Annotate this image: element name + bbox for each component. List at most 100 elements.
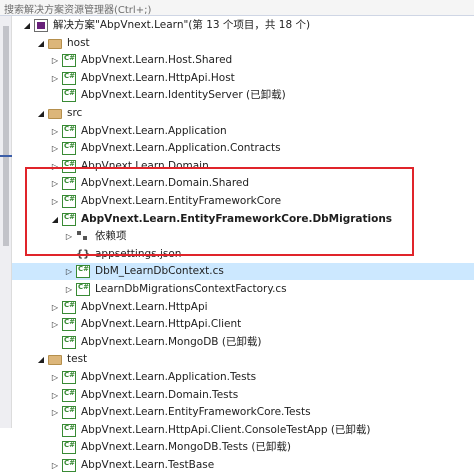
collapsed-arrow-icon[interactable]: ▷ (50, 299, 60, 316)
tree-item-efcore[interactable]: ▷ AbpVnext.Learn.EntityFrameworkCore (12, 193, 474, 210)
expanded-arrow-icon[interactable]: ◢ (50, 211, 60, 228)
tree-item-dbcontext[interactable]: ▷ DbM_LearnDbContext.cs (12, 263, 474, 281)
tree-item-label: AbpVnext.Learn.EntityFrameworkCore.Tests (81, 406, 311, 419)
tree-item-label: AbpVnext.Learn.MongoDB (已卸载) (81, 335, 262, 348)
csharp-project-icon (62, 89, 76, 103)
search-input[interactable]: 搜索解决方案资源管理器(Ctrl+;) (4, 1, 151, 16)
tree-item-label: AbpVnext.Learn.Application.Contracts (81, 142, 281, 155)
csharp-project-icon (62, 177, 76, 191)
tree-item-label: src (67, 107, 83, 119)
csharp-project-icon (62, 54, 76, 68)
dependencies-icon (76, 230, 90, 243)
collapsed-arrow-icon[interactable]: ▷ (50, 140, 60, 157)
tree-item-deps[interactable]: ▷ 依赖项 (12, 228, 474, 245)
csharp-file-icon (76, 265, 90, 279)
tree-item-appsettings[interactable]: {} appsettings.json (12, 246, 474, 263)
tree-item-factory[interactable]: ▷ LearnDbMigrationsContextFactory.cs (12, 281, 474, 298)
tree-item-label: test (67, 353, 88, 366)
tree-item-domain-shared[interactable]: ▷ AbpVnext.Learn.Domain.Shared (12, 175, 474, 192)
tree-item-label: AbpVnext.Learn.Application.Tests (81, 371, 257, 383)
csharp-project-icon (62, 371, 76, 384)
collapsed-arrow-icon[interactable]: ▷ (50, 387, 60, 404)
tree-item-label: AbpVnext.Learn.HttpApi (81, 300, 208, 313)
folder-icon (48, 38, 62, 49)
folder-icon (48, 355, 62, 366)
tree-item-label: AbpVnext.Learn.MongoDB.Tests (已卸载) (81, 441, 292, 454)
scroll-marker (0, 155, 12, 157)
tree-item-httpapi-client[interactable]: ▷ AbpVnext.Learn.HttpApi.Client (12, 316, 474, 333)
tree-item-label: AbpVnext.Learn.Domain (81, 159, 209, 172)
csharp-project-icon (62, 318, 76, 332)
collapsed-arrow-icon[interactable]: ▷ (64, 281, 74, 298)
folder-icon (48, 109, 62, 119)
tree-item-efcore-tests[interactable]: ▷ AbpVnext.Learn.EntityFrameworkCore.Test… (12, 404, 474, 421)
collapsed-arrow-icon[interactable]: ▷ (64, 263, 74, 280)
search-bar[interactable]: 搜索解决方案资源管理器(Ctrl+;) (0, 0, 474, 16)
collapsed-arrow-icon[interactable]: ▷ (50, 404, 60, 421)
tree-item-label: AbpVnext.Learn.EntityFrameworkCore.DbMig… (81, 212, 393, 225)
tree-item-application-tests[interactable]: ▷ AbpVnext.Learn.Application.Tests (12, 369, 474, 386)
tree-item-application-contracts[interactable]: ▷ AbpVnext.Learn.Application.Contracts (12, 140, 474, 157)
csharp-project-icon (62, 441, 76, 455)
tree-item-host-shared[interactable]: ▷ AbpVnext.Learn.Host.Shared (12, 52, 474, 69)
collapsed-arrow-icon[interactable]: ▷ (50, 175, 60, 192)
csharp-project-icon (62, 335, 76, 349)
expanded-arrow-icon[interactable]: ◢ (36, 35, 46, 52)
json-file-icon: {} (76, 248, 91, 260)
tree-item-label: AbpVnext.Learn.Host.Shared (81, 54, 233, 67)
csharp-project-icon (62, 300, 76, 314)
tree-item-application[interactable]: ▷ AbpVnext.Learn.Application (12, 123, 474, 140)
collapsed-arrow-icon[interactable]: ▷ (50, 316, 60, 333)
tree-item-label: AbpVnext.Learn.Domain.Shared (81, 177, 250, 190)
tree-item-label: AbpVnext.Learn.HttpApi.Client.ConsoleTes… (81, 423, 371, 436)
tree-item-label: DbM_LearnDbContext.cs (95, 265, 224, 278)
tree-item-testbase[interactable]: ▷ AbpVnext.Learn.TestBase (12, 457, 474, 474)
tree-item-solution[interactable]: ◢ 解决方案"AbpVnext.Learn"(第 13 个项目，共 18 个) (12, 17, 474, 34)
csharp-project-icon (62, 459, 76, 472)
tree-item-label: 依赖项 (95, 230, 127, 243)
tree-item-folder-test[interactable]: ◢ test (12, 351, 474, 368)
tree-item-mongodb-tests[interactable]: AbpVnext.Learn.MongoDB.Tests (已卸载) (12, 439, 474, 456)
tree-item-label: appsettings.json (95, 247, 182, 260)
expanded-arrow-icon[interactable]: ◢ (22, 17, 32, 34)
tree-item-label: AbpVnext.Learn.TestBase (81, 459, 215, 471)
expanded-arrow-icon[interactable]: ◢ (36, 105, 46, 122)
collapsed-arrow-icon[interactable]: ▷ (50, 52, 60, 69)
tree-item-domain-tests[interactable]: ▷ AbpVnext.Learn.Domain.Tests (12, 387, 474, 404)
collapsed-arrow-icon[interactable]: ▷ (50, 457, 60, 474)
collapsed-arrow-icon[interactable]: ▷ (50, 369, 60, 386)
expanded-arrow-icon[interactable]: ◢ (36, 351, 46, 368)
csharp-project-icon (62, 159, 76, 173)
tree-item-label: AbpVnext.Learn.HttpApi.Host (81, 71, 235, 84)
solution-explorer-tree: ◢ 解决方案"AbpVnext.Learn"(第 13 个项目，共 18 个) ◢ h… (12, 16, 474, 472)
left-scroll-strip[interactable] (0, 16, 12, 428)
tree-item-console-testapp[interactable]: AbpVnext.Learn.HttpApi.Client.ConsoleTes… (12, 422, 474, 439)
tree-item-label: host (67, 36, 90, 49)
csharp-project-icon (62, 142, 76, 156)
tree-item-label: AbpVnext.Learn.HttpApi.Client (81, 318, 242, 331)
collapsed-arrow-icon[interactable]: ▷ (50, 70, 60, 87)
csharp-project-icon (62, 388, 76, 402)
csharp-file-icon (76, 283, 90, 296)
tree-item-label: AbpVnext.Learn.IdentityServer (已卸载) (81, 89, 286, 102)
csharp-project-icon (62, 71, 76, 85)
collapsed-arrow-icon[interactable]: ▷ (50, 123, 60, 140)
collapsed-arrow-icon[interactable]: ▷ (50, 158, 60, 175)
tree-item-folder-src[interactable]: ◢ src (12, 105, 474, 122)
tree-item-domain[interactable]: ▷ AbpVnext.Learn.Domain (12, 158, 474, 175)
tree-item-label: AbpVnext.Learn.EntityFrameworkCore (81, 195, 282, 207)
tree-item-label: 解决方案"AbpVnext.Learn"(第 13 个项目，共 18 个) (53, 19, 311, 31)
tree-item-httpapi[interactable]: ▷ AbpVnext.Learn.HttpApi (12, 299, 474, 316)
scrollbar-thumb[interactable] (3, 26, 9, 246)
collapsed-arrow-icon[interactable]: ▷ (50, 193, 60, 210)
tree-item-mongodb[interactable]: AbpVnext.Learn.MongoDB (已卸载) (12, 334, 474, 351)
csharp-project-icon (62, 212, 76, 226)
tree-item-folder-host[interactable]: ◢ host (12, 35, 474, 52)
tree-item-identityserver[interactable]: AbpVnext.Learn.IdentityServer (已卸载) (12, 87, 474, 104)
csharp-project-icon (62, 406, 76, 420)
tree-item-label: AbpVnext.Learn.Application (81, 124, 227, 137)
tree-item-dbmigrations[interactable]: ◢ AbpVnext.Learn.EntityFrameworkCore.DbMi… (12, 211, 474, 228)
csharp-project-icon (62, 423, 76, 437)
tree-item-httpapi-host[interactable]: ▷ AbpVnext.Learn.HttpApi.Host (12, 70, 474, 87)
collapsed-arrow-icon[interactable]: ▷ (64, 228, 74, 245)
